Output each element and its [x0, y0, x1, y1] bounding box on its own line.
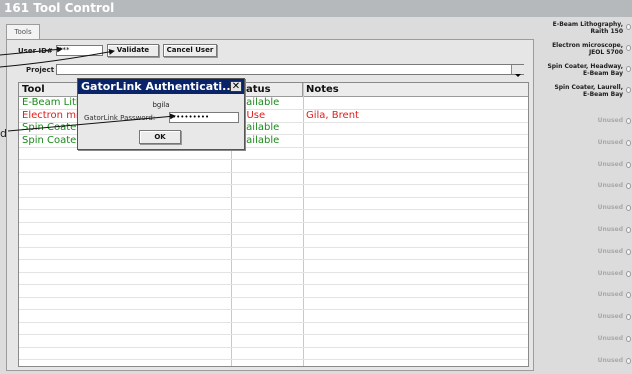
radio-button[interactable] [626, 227, 631, 233]
sidebar-unused-item: Unused [597, 291, 623, 299]
arrow-to-user-id [0, 46, 63, 56]
sidebar-unused-item: Unused [597, 356, 623, 364]
radio-button[interactable] [626, 66, 631, 72]
radio-button[interactable] [626, 45, 631, 51]
arrow-to-password [7, 113, 176, 132]
sidebar-unused-item: Unused [597, 160, 623, 168]
sidebar-unused-item: Unused [597, 335, 623, 342]
sidebar-tool-item[interactable]: Spin Coater, Headway, E-Beam Bay [533, 63, 623, 77]
radio-button[interactable] [626, 336, 631, 342]
radio-button[interactable] [626, 270, 631, 277]
annotation-arrows [0, 46, 176, 132]
sidebar-unused-item: Unused [597, 313, 623, 321]
sidebar-tool-item[interactable]: Spin Coater, Laurell, E-Beam Bay [533, 84, 623, 98]
radio-button[interactable] [626, 87, 631, 93]
sidebar-unused-item: Unused [597, 182, 623, 190]
sidebar-unused-item: Unused [597, 269, 623, 277]
sidebar-unused-item: Unused [597, 204, 623, 212]
sidebar-unused-item: Unused [597, 226, 623, 233]
sidebar-tool-item[interactable]: E-Beam Lithography, Raith 150 [533, 21, 623, 35]
radio-button[interactable] [626, 118, 631, 124]
sidebar-unused-item: Unused [597, 117, 623, 124]
radio-button[interactable] [626, 139, 631, 146]
radio-button[interactable] [626, 161, 631, 168]
sidebar-tool-item[interactable]: Electron microscope, JEOL 5700 [533, 42, 623, 56]
sidebar-unused-item: Unused [597, 138, 623, 146]
sidebar-unused-item: Unused [597, 247, 623, 255]
radio-button[interactable] [626, 357, 631, 364]
radio-button[interactable] [626, 248, 631, 255]
radio-button[interactable] [626, 24, 631, 30]
